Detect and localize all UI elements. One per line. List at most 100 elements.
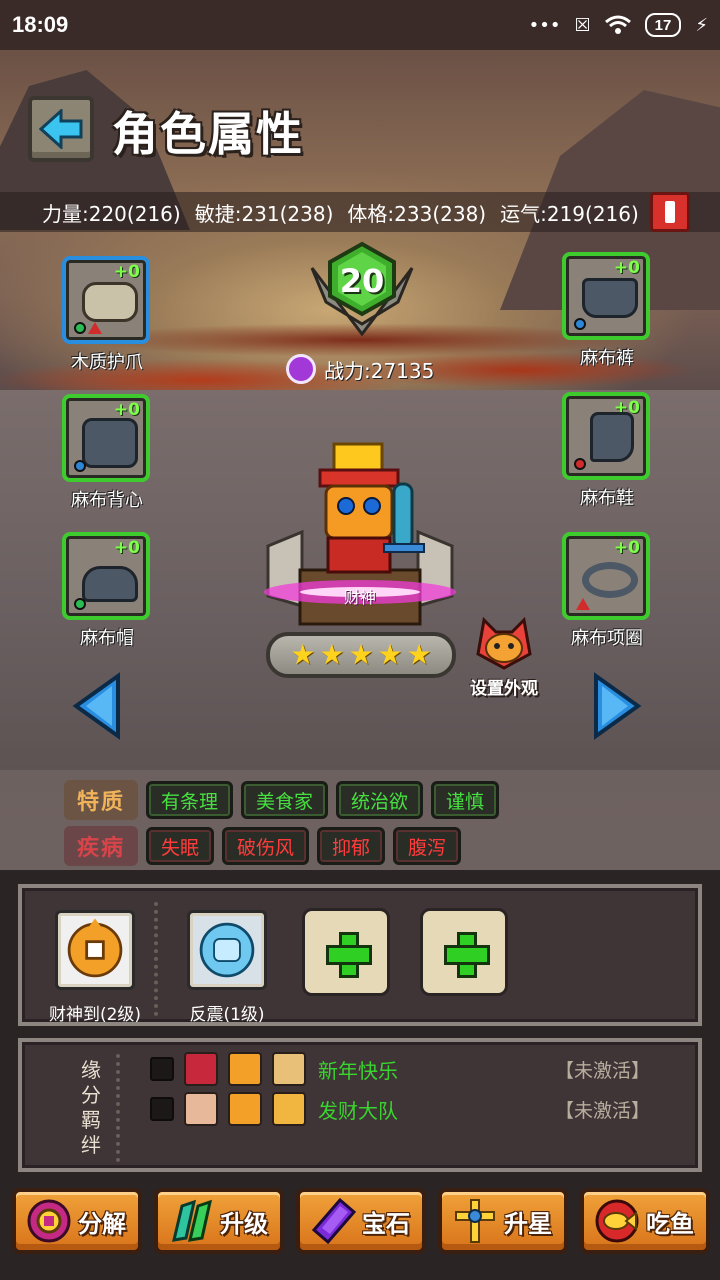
enhance-level: +0 — [613, 258, 640, 278]
plus-icon — [444, 932, 490, 978]
battery-icon: 17 — [644, 13, 682, 37]
decompose-icon — [27, 1199, 71, 1243]
pants-icon — [582, 278, 638, 318]
bond-row[interactable]: 发财大队 【未激活】 — [150, 1092, 650, 1126]
trait-chip[interactable]: 统治欲 — [336, 781, 424, 819]
trait-chip[interactable]: 美食家 — [241, 781, 329, 819]
next-character-button[interactable] — [592, 672, 642, 740]
back-button[interactable] — [28, 96, 94, 162]
battery-level: 17 — [654, 16, 672, 34]
hat-icon — [82, 566, 138, 602]
diseases-label: 疾病 — [64, 826, 138, 866]
equip-name: 麻布鞋 — [580, 488, 634, 509]
enhance-level: +0 — [613, 538, 640, 558]
signal-dots-icon: ••• — [528, 14, 561, 36]
wifi-icon — [604, 15, 631, 34]
page-title: 角色属性 — [112, 107, 304, 161]
equip-slot-head[interactable]: +0 麻布帽 — [62, 532, 152, 650]
status-icons: ••• ☒ 17 ⚡ — [529, 13, 708, 37]
equip-slot-legs[interactable]: +0 麻布裤 — [562, 252, 652, 370]
disease-chip[interactable]: 腹泻 — [393, 827, 462, 865]
traits-label: 特质 — [64, 780, 138, 820]
gem-label: 宝石 — [362, 1209, 410, 1238]
fish-icon — [595, 1199, 639, 1243]
equip-name: 木质护爪 — [71, 352, 143, 373]
equip-slot-neck[interactable]: +0 麻布项圈 — [562, 532, 652, 650]
disease-chip[interactable]: 抑郁 — [317, 827, 386, 865]
skill-slot-2[interactable]: 反震(1级) — [172, 910, 282, 1025]
add-skill-button[interactable] — [420, 908, 508, 996]
bond-row[interactable]: 新年快乐 【未激活】 — [150, 1052, 650, 1086]
enhance-level: +0 — [113, 538, 140, 558]
decompose-button[interactable]: 分解 — [12, 1188, 142, 1254]
skills-panel: 财神到(2级) 反震(1级) — [18, 884, 702, 1026]
prev-character-button[interactable] — [72, 672, 122, 740]
equip-name: 麻布项圈 — [571, 628, 643, 649]
stat-strength: 力量:220(216) — [42, 201, 181, 226]
star-up-button[interactable]: 升星 — [438, 1188, 568, 1254]
trait-chip[interactable]: 有条理 — [146, 781, 234, 819]
bonds-panel: 缘 分 羁 绊 新年快乐 【未激活】 发财大队 【未激活】 — [18, 1038, 702, 1172]
bonds-title: 缘 分 羁 绊 — [81, 1058, 101, 1157]
shoe-icon — [590, 412, 634, 462]
equip-slot-body[interactable]: +0 麻布背心 — [62, 394, 152, 512]
set-appearance-button[interactable]: 设置外观 — [462, 614, 546, 699]
equip-name: 麻布帽 — [80, 628, 134, 649]
gem-button[interactable]: 宝石 — [296, 1188, 426, 1254]
bond-checkbox[interactable] — [150, 1057, 174, 1081]
clock: 18:09 — [12, 12, 69, 37]
portrait-icon — [228, 1092, 262, 1126]
exclamation-icon — [665, 201, 675, 223]
stat-constitution: 体格:233(238) — [347, 201, 487, 226]
character-sprite — [318, 442, 425, 574]
portrait-icon — [184, 1052, 218, 1086]
plus-icon — [326, 932, 372, 978]
decompose-label: 分解 — [78, 1209, 126, 1238]
equip-slot-feet[interactable]: +0 麻布鞋 — [562, 392, 652, 510]
attribute-info-button[interactable] — [650, 192, 690, 232]
add-skill-button[interactable] — [302, 908, 390, 996]
equip-name: 麻布裤 — [580, 348, 634, 369]
bond-name: 发财大队 — [318, 1098, 398, 1123]
attribute-stats: 力量:220(216) 敏捷:231(238) 体格:233(238) 运气:2… — [0, 192, 720, 232]
star-icon: ★ — [377, 638, 403, 671]
claw-icon — [82, 282, 138, 322]
cat-face-icon — [476, 616, 532, 670]
vest-icon — [82, 418, 138, 468]
upgrade-icon — [172, 1199, 213, 1242]
disease-chip[interactable]: 失眠 — [146, 827, 215, 865]
bond-name: 新年快乐 — [318, 1058, 398, 1083]
trait-chip[interactable]: 谨慎 — [431, 781, 500, 819]
star-up-icon — [455, 1199, 495, 1243]
character-name: 财神 — [343, 588, 376, 607]
equip-slot-weapon[interactable]: +0 木质护爪 — [62, 256, 152, 374]
star-icon: ★ — [319, 638, 345, 671]
back-arrow-icon — [39, 109, 83, 149]
skill-slot-1[interactable]: 财神到(2级) — [40, 910, 150, 1025]
portrait-icon — [184, 1092, 218, 1126]
gem-icon — [311, 1198, 356, 1244]
close-box-icon: ☒ — [574, 14, 591, 36]
diseases-row: 疾病 失眠 破伤风 抑郁 腹泻 — [64, 826, 462, 866]
power-icon — [286, 354, 316, 384]
upgrade-label: 升级 — [220, 1209, 268, 1238]
set-appearance-label: 设置外观 — [470, 679, 538, 699]
disease-chip[interactable]: 破伤风 — [222, 827, 310, 865]
bond-checkbox[interactable] — [150, 1097, 174, 1121]
status-bar: 18:09 ••• ☒ 17 ⚡ — [0, 0, 720, 50]
character-level: 20 — [339, 262, 385, 300]
portrait-icon — [228, 1052, 262, 1086]
coin-skill-icon — [55, 910, 135, 990]
collar-icon — [582, 562, 638, 598]
enhance-level: +0 — [113, 400, 140, 420]
portrait-icon — [272, 1052, 306, 1086]
bond-status: 【未激活】 — [554, 1099, 650, 1122]
combat-power-value: 战力:27135 — [324, 358, 435, 383]
star-icon: ★ — [406, 638, 432, 671]
star-icon: ★ — [348, 638, 374, 671]
eat-fish-button[interactable]: 吃鱼 — [580, 1188, 710, 1254]
upgrade-button[interactable]: 升级 — [154, 1188, 284, 1254]
portrait-icon — [272, 1092, 306, 1126]
stat-luck: 运气:219(216) — [500, 201, 639, 226]
star-icon: ★ — [290, 638, 316, 671]
